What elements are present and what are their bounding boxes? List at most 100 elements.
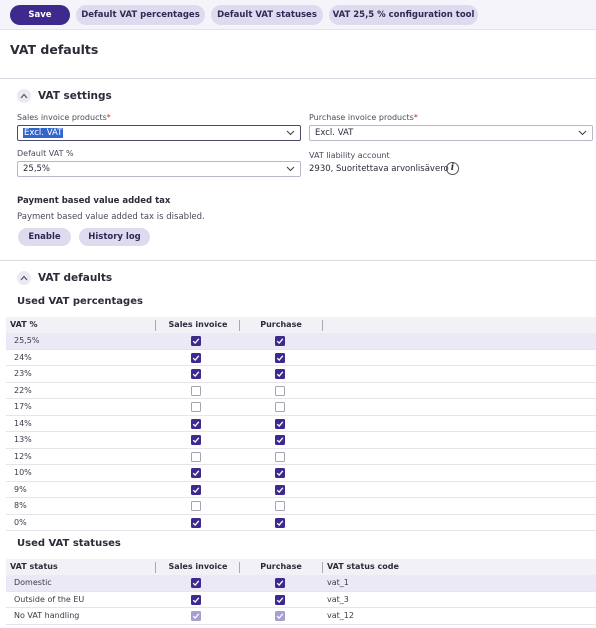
purchase-checkbox[interactable] bbox=[275, 385, 285, 396]
purchase-checkbox[interactable] bbox=[275, 484, 285, 495]
vat-liability-account-label: VAT liability account bbox=[309, 151, 390, 160]
row-label: 14% bbox=[14, 418, 32, 428]
table-row[interactable]: 0% bbox=[6, 515, 596, 531]
purchase-checkbox bbox=[275, 611, 285, 621]
sales-invoice-checkbox[interactable] bbox=[191, 594, 201, 605]
sales-invoice-checkbox[interactable] bbox=[191, 369, 201, 379]
purchase-checkbox[interactable] bbox=[275, 336, 285, 346]
table-row[interactable]: Outside of the EU vat_3 bbox=[6, 592, 596, 608]
column-header-purchase[interactable]: Purchase bbox=[240, 320, 322, 329]
column-header-sales-invoice[interactable]: Sales invoice bbox=[156, 562, 240, 571]
purchase-checkbox[interactable] bbox=[275, 578, 285, 588]
row-label: No VAT handling bbox=[14, 611, 80, 620]
vat-settings-header: VAT settings bbox=[17, 89, 217, 105]
table-row[interactable]: Domestic vat_1 bbox=[6, 575, 596, 592]
table-row[interactable]: 12% bbox=[6, 449, 596, 465]
save-button[interactable]: Save bbox=[10, 5, 70, 25]
divider bbox=[0, 78, 596, 79]
column-header-vat-status[interactable]: VAT status bbox=[10, 562, 58, 571]
vat-defaults-title: VAT defaults bbox=[38, 272, 113, 284]
default-vat-statuses-button[interactable]: Default VAT statuses bbox=[211, 5, 323, 25]
divider bbox=[0, 260, 596, 261]
purchase-checkbox[interactable] bbox=[275, 594, 285, 605]
chevron-up-icon bbox=[20, 93, 28, 99]
row-label: 13% bbox=[14, 435, 32, 444]
row-label: 17% bbox=[14, 402, 32, 411]
vat-configuration-tool-button[interactable]: VAT 25,5 % configuration tool bbox=[329, 5, 478, 25]
chevron-down-icon bbox=[286, 166, 295, 172]
used-vat-statuses-title: Used VAT statuses bbox=[17, 538, 121, 549]
sales-invoice-checkbox bbox=[191, 611, 201, 621]
sales-invoice-checkbox[interactable] bbox=[191, 418, 201, 429]
row-label: 23% bbox=[14, 369, 32, 378]
sales-invoice-checkbox[interactable] bbox=[191, 468, 201, 478]
table-row[interactable]: 23% bbox=[6, 366, 596, 383]
vat-status-code: vat_12 bbox=[327, 611, 354, 620]
purchase-invoice-products-value: Excl. VAT bbox=[315, 128, 354, 138]
purchase-checkbox[interactable] bbox=[275, 418, 285, 429]
default-vat-percentages-button[interactable]: Default VAT percentages bbox=[76, 5, 205, 25]
default-vat-select[interactable]: 25,5% bbox=[17, 161, 301, 177]
table-row[interactable]: No VAT handling vat_12 bbox=[6, 608, 596, 625]
purchase-checkbox[interactable] bbox=[275, 352, 285, 363]
vat-percentages-body: 25,5% 24% 23% 22% 17% 14% 13% 12% 10% 9% 8% 0% bbox=[6, 333, 596, 531]
table-row[interactable]: 24% bbox=[6, 350, 596, 366]
sales-invoice-checkbox[interactable] bbox=[191, 336, 201, 346]
purchase-checkbox[interactable] bbox=[275, 501, 285, 511]
sales-invoice-checkbox[interactable] bbox=[191, 385, 201, 396]
table-row[interactable]: 17% bbox=[6, 399, 596, 416]
vat-statuses-table: VAT status Sales invoice Purchase VAT st… bbox=[6, 559, 596, 625]
collapse-vat-settings-button[interactable] bbox=[17, 89, 31, 103]
sales-invoice-checkbox[interactable] bbox=[191, 352, 201, 363]
column-header-sales-invoice[interactable]: Sales invoice bbox=[156, 320, 240, 329]
table-row[interactable]: 25,5% bbox=[6, 333, 596, 350]
default-vat-label: Default VAT % bbox=[17, 149, 74, 158]
collapse-vat-defaults-button[interactable] bbox=[17, 271, 31, 285]
payment-based-vat-status: Payment based value added tax is disable… bbox=[17, 212, 205, 222]
column-separator[interactable] bbox=[322, 562, 323, 573]
table-header: VAT status Sales invoice Purchase VAT st… bbox=[6, 559, 596, 575]
sales-invoice-products-select[interactable]: Excl. VAT bbox=[17, 125, 301, 141]
sales-invoice-checkbox[interactable] bbox=[191, 517, 201, 528]
sales-invoice-checkbox[interactable] bbox=[191, 578, 201, 588]
purchase-checkbox[interactable] bbox=[275, 369, 285, 379]
sales-invoice-checkbox[interactable] bbox=[191, 484, 201, 495]
toolbar: Save Default VAT percentages Default VAT… bbox=[0, 0, 596, 30]
vat-defaults-header: VAT defaults bbox=[17, 271, 217, 287]
table-row[interactable]: 22% bbox=[6, 383, 596, 399]
column-header-vat-status-code[interactable]: VAT status code bbox=[327, 562, 399, 571]
sales-invoice-checkbox[interactable] bbox=[191, 451, 201, 462]
table-row[interactable]: 9% bbox=[6, 482, 596, 498]
purchase-checkbox[interactable] bbox=[275, 517, 285, 528]
table-row[interactable]: 8% bbox=[6, 498, 596, 515]
history-log-button[interactable]: History log bbox=[79, 228, 150, 246]
purchase-checkbox[interactable] bbox=[275, 402, 285, 412]
info-icon[interactable]: i bbox=[446, 162, 459, 175]
sales-invoice-checkbox[interactable] bbox=[191, 501, 201, 511]
row-label: 22% bbox=[14, 385, 32, 395]
default-vat-value: 25,5% bbox=[23, 164, 51, 174]
purchase-invoice-products-label: Purchase invoice products* bbox=[309, 113, 418, 122]
table-row[interactable]: 14% bbox=[6, 416, 596, 432]
vat-statuses-body: Domestic vat_1 Outside of the EU vat_3 No VA… bbox=[6, 575, 596, 625]
vat-status-code: vat_1 bbox=[327, 578, 349, 587]
row-label: 10% bbox=[14, 468, 32, 477]
sales-invoice-checkbox[interactable] bbox=[191, 435, 201, 445]
purchase-invoice-products-select[interactable]: Excl. VAT bbox=[309, 125, 593, 141]
row-label: 24% bbox=[14, 352, 32, 362]
row-label: 9% bbox=[14, 484, 27, 494]
table-row[interactable]: 10% bbox=[6, 465, 596, 482]
column-header-vat[interactable]: VAT % bbox=[10, 320, 37, 329]
enable-button[interactable]: Enable bbox=[18, 228, 71, 246]
chevron-up-icon bbox=[20, 275, 28, 281]
table-row[interactable]: 13% bbox=[6, 432, 596, 449]
column-separator[interactable] bbox=[322, 320, 323, 331]
payment-based-vat-title: Payment based value added tax bbox=[17, 196, 171, 206]
purchase-checkbox[interactable] bbox=[275, 468, 285, 478]
purchase-checkbox[interactable] bbox=[275, 451, 285, 462]
purchase-checkbox[interactable] bbox=[275, 435, 285, 445]
row-label: Domestic bbox=[14, 578, 52, 587]
column-header-purchase[interactable]: Purchase bbox=[240, 562, 322, 571]
vat-status-code: vat_3 bbox=[327, 594, 349, 604]
sales-invoice-checkbox[interactable] bbox=[191, 402, 201, 412]
